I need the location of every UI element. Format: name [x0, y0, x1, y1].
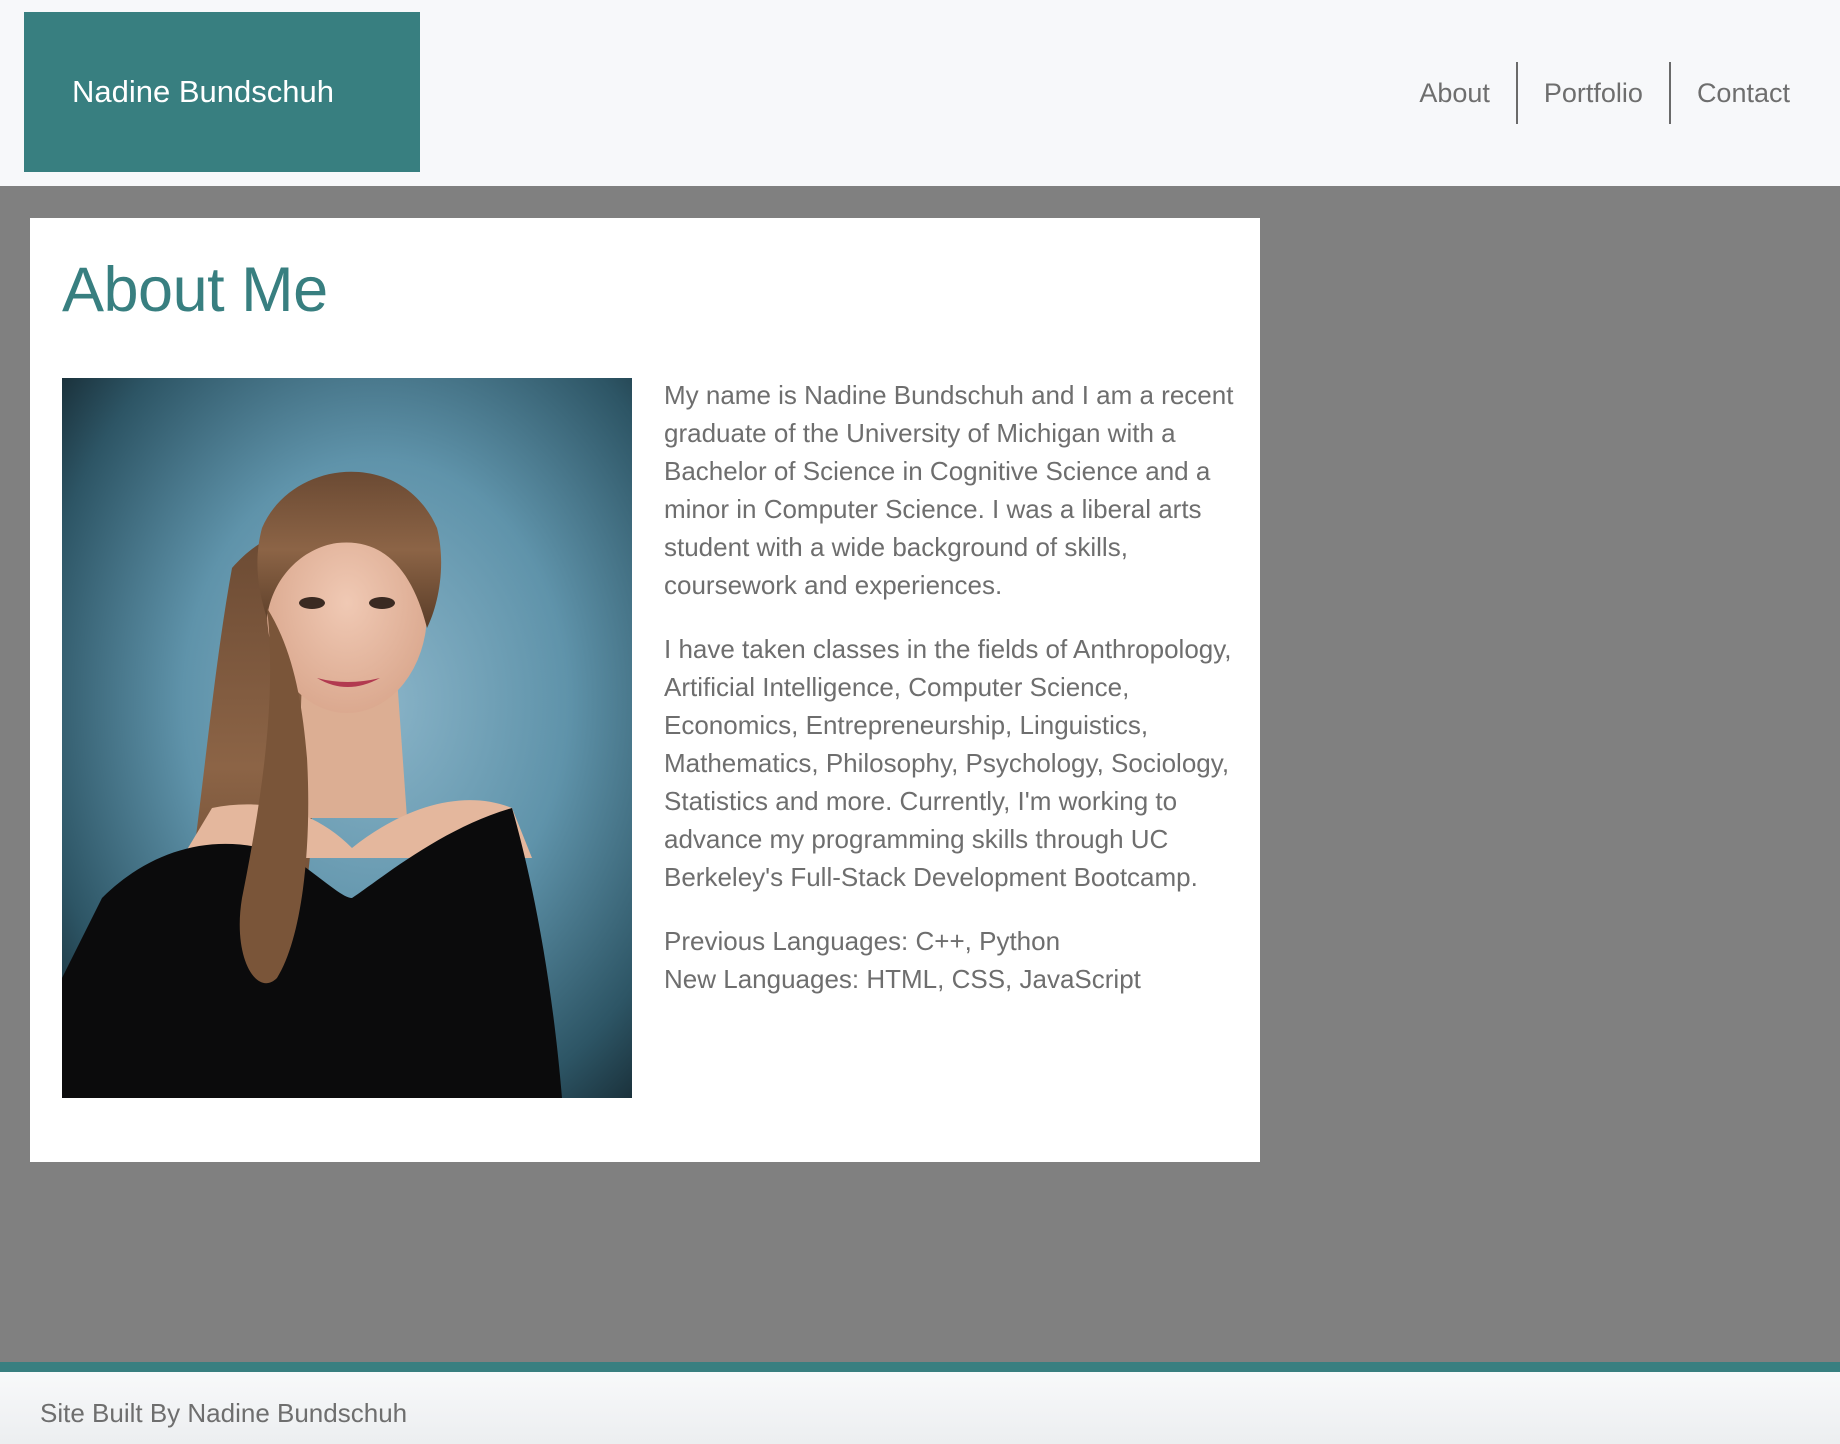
main-nav: About Portfolio Contact: [1393, 62, 1840, 124]
about-paragraph-classes: I have taken classes in the fields of An…: [664, 634, 1232, 892]
previous-languages: Previous Languages: C++, Python: [664, 926, 1061, 956]
new-languages: New Languages: HTML, CSS, JavaScript: [664, 964, 1141, 994]
nav-link-contact[interactable]: Contact: [1671, 62, 1840, 124]
profile-photo: [62, 378, 632, 1098]
site-footer: Site Built By Nadine Bundschuh: [0, 1362, 1840, 1444]
site-header: Nadine Bundschuh About Portfolio Contact: [0, 0, 1840, 186]
nav-link-portfolio[interactable]: Portfolio: [1518, 62, 1669, 124]
about-paragraph-intro: My name is Nadine Bundschuh and I am a r…: [664, 380, 1234, 600]
about-section: About Me My name is Nadine Bundschuh and…: [30, 218, 1260, 1162]
nav-link-about[interactable]: About: [1393, 62, 1516, 124]
page-title: About Me: [62, 255, 328, 325]
about-text: My name is Nadine Bundschuh and I am a r…: [664, 376, 1238, 1024]
brand-link[interactable]: Nadine Bundschuh: [24, 12, 420, 172]
languages-block: Previous Languages: C++, Python New Lang…: [664, 922, 1238, 998]
footer-credit: Site Built By Nadine Bundschuh: [40, 1398, 408, 1428]
